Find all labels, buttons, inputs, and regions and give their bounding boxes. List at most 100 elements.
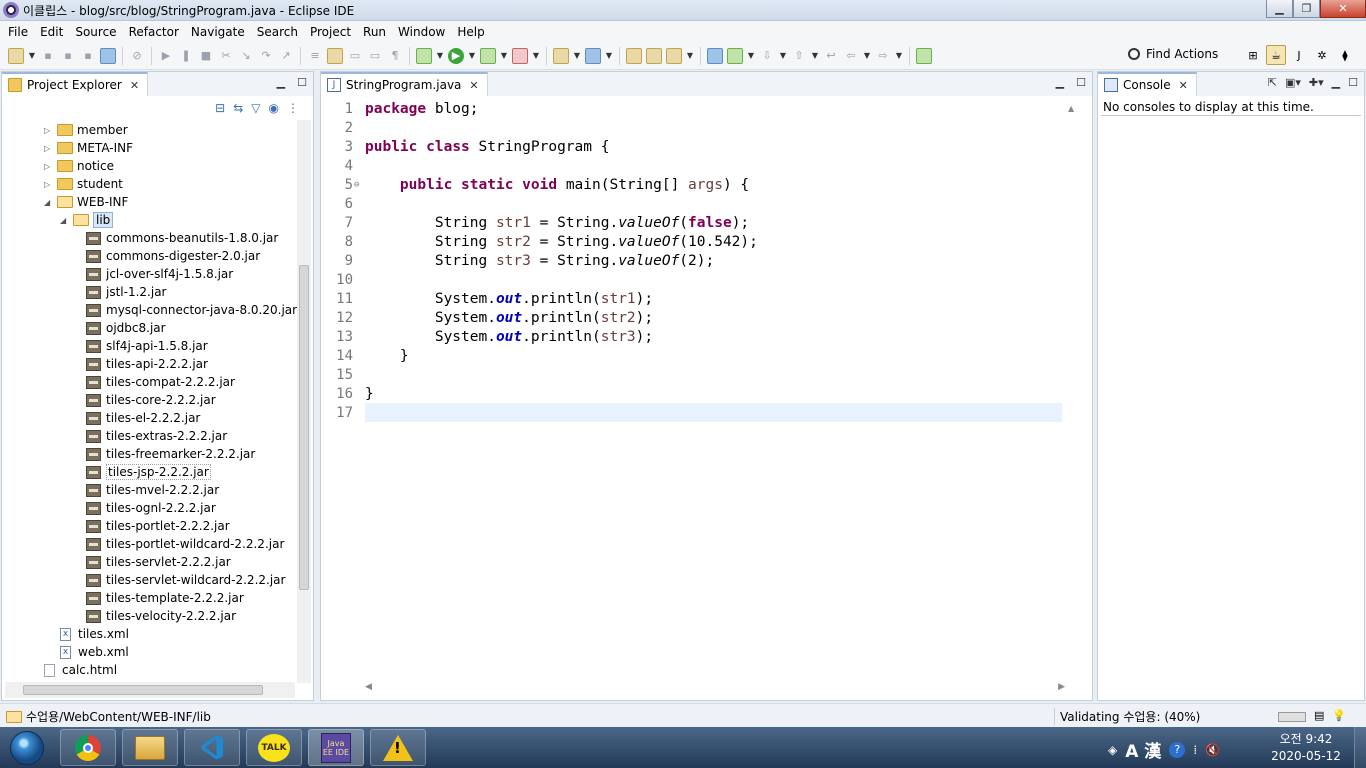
tree-item[interactable]: ▷ student <box>44 175 123 193</box>
open-console-icon[interactable]: ✚▾ <box>1309 76 1324 89</box>
tree-item[interactable]: ojdbc8.jar <box>86 319 166 337</box>
progress-view-icon[interactable]: ▤ <box>1314 709 1324 722</box>
tree-item[interactable]: tiles-portlet-2.2.2.jar <box>86 517 230 535</box>
chevron-down-icon[interactable]: ▼ <box>605 48 613 64</box>
skip-breakpoints-icon[interactable]: ⊘ <box>129 48 145 64</box>
maximize-icon[interactable]: ☐ <box>1348 76 1358 89</box>
chevron-down-icon[interactable]: ▼ <box>436 48 444 64</box>
chevron-down-icon[interactable]: ▼ <box>811 48 819 64</box>
filter-icon[interactable]: ▽ <box>251 101 260 115</box>
terminate-icon[interactable]: ■ <box>198 48 214 64</box>
scroll-up-icon[interactable]: ▲ <box>1068 104 1074 113</box>
toggle-mark-occurrences-icon[interactable] <box>327 47 343 64</box>
code-line[interactable]: 5 ⊖ public static void main(String[] args… <box>321 175 1081 194</box>
new-java-project-icon[interactable] <box>553 47 569 64</box>
java-ee-perspective-icon[interactable]: ☕ <box>1266 45 1286 65</box>
code-line[interactable]: 1 package blog; <box>321 99 1081 118</box>
tree-item[interactable]: tiles-api-2.2.2.jar <box>86 355 208 373</box>
code-editor[interactable]: 1 package blog; 2 3 public class StringProgr… <box>321 96 1081 684</box>
tree-item[interactable]: tiles-core-2.2.2.jar <box>86 391 216 409</box>
maximize-icon[interactable]: ☐ <box>297 76 307 89</box>
code-line[interactable]: 15 <box>321 365 1081 384</box>
taskbar-file-explorer[interactable] <box>122 729 178 766</box>
tree-item[interactable]: tiles-servlet-2.2.2.jar <box>86 553 231 571</box>
menu-source[interactable]: Source <box>69 25 122 39</box>
code-line[interactable]: 9 String str3 = String.valueOf(2); <box>321 251 1081 270</box>
tree-item[interactable]: ◢ lib <box>60 211 114 229</box>
tip-icon[interactable]: 💡 <box>1332 709 1346 722</box>
chevron-down-icon[interactable]: ▼ <box>779 48 787 64</box>
tree-item[interactable]: tiles-mvel-2.2.2.jar <box>86 481 219 499</box>
code-line[interactable]: 7 String str1 = String.valueOf(false); <box>321 213 1081 232</box>
coverage-icon[interactable] <box>480 47 496 64</box>
code-line[interactable]: 3 public class StringProgram { <box>321 137 1081 156</box>
tree-item[interactable]: tiles-el-2.2.2.jar <box>86 409 200 427</box>
expanded-arrow-icon[interactable]: ◢ <box>44 198 54 207</box>
taskbar-chrome[interactable] <box>60 729 116 766</box>
code-line[interactable]: 8 String str2 = String.valueOf(10.542); <box>321 232 1081 251</box>
save-all-icon[interactable]: ▪ <box>60 48 76 64</box>
pin-console-icon[interactable]: ⇱ <box>1268 76 1277 89</box>
help-icon[interactable]: ? <box>1169 741 1186 758</box>
tree-item[interactable]: commons-beanutils-1.8.0.jar <box>86 229 278 247</box>
step-over-icon[interactable]: ↷ <box>258 48 274 64</box>
terminal-icon[interactable] <box>100 47 116 64</box>
close-icon[interactable]: ✕ <box>130 79 139 92</box>
tree-item[interactable]: jstl-1.2.jar <box>86 283 166 301</box>
taskbar-eclipse[interactable]: Java EE IDE <box>308 729 364 766</box>
chevron-down-icon[interactable]: ▼ <box>573 48 581 64</box>
tab-project-explorer[interactable]: Project Explorer ✕ <box>2 72 149 96</box>
scroll-right-icon[interactable]: ▶ <box>1058 682 1065 694</box>
step-return-icon[interactable]: ↗ <box>278 48 294 64</box>
debug-perspective-icon[interactable]: ✲ <box>1312 45 1332 65</box>
menu-help[interactable]: Help <box>451 25 490 39</box>
tree-item[interactable]: ▷ notice <box>44 157 114 175</box>
open-perspective-icon[interactable]: ⊞ <box>1243 45 1263 65</box>
toggle-word-wrap-icon[interactable]: ≡ <box>307 48 323 64</box>
tree-item[interactable]: ▷ META-INF <box>44 139 133 157</box>
menu-run[interactable]: Run <box>357 25 392 39</box>
save-icon[interactable]: ▪ <box>40 48 56 64</box>
show-whitespace-icon[interactable]: ▭ <box>367 48 383 64</box>
tree-item[interactable]: calc.html <box>44 661 117 679</box>
tree-item[interactable]: ◢ WEB-INF <box>44 193 128 211</box>
chevron-down-icon[interactable]: ▼ <box>895 48 903 64</box>
java-perspective-icon[interactable]: J <box>1289 45 1309 65</box>
tree-item[interactable]: tiles-portlet-wildcard-2.2.2.jar <box>86 535 284 553</box>
tree-item[interactable]: commons-digester-2.0.jar <box>86 247 260 265</box>
code-line[interactable]: 12 System.out.println(str2); <box>321 308 1081 327</box>
disconnect-icon[interactable]: ✂ <box>218 48 234 64</box>
expanded-arrow-icon[interactable]: ◢ <box>60 216 70 225</box>
code-line[interactable]: 2 <box>321 118 1081 137</box>
start-button[interactable] <box>3 728 51 767</box>
editor-vertical-scrollbar[interactable]: ▲ <box>1068 100 1080 685</box>
tree-item[interactable]: jcl-over-slf4j-1.5.8.jar <box>86 265 233 283</box>
volume-muted-icon[interactable]: 🔇 <box>1205 743 1220 757</box>
chevron-down-icon[interactable]: ▼ <box>686 48 694 64</box>
tree-item[interactable]: tiles-extras-2.2.2.jar <box>86 427 227 445</box>
progress-bar[interactable] <box>1278 712 1306 722</box>
network-status-icon[interactable]: ◈ <box>1108 743 1117 757</box>
back-icon[interactable]: ⇦ <box>843 48 859 64</box>
code-line[interactable]: 17 <box>321 403 1081 422</box>
collapsed-arrow-icon[interactable]: ▷ <box>44 180 54 189</box>
tab-console[interactable]: Console ✕ <box>1098 72 1197 96</box>
tree-item[interactable]: tiles-template-2.2.2.jar <box>86 589 244 607</box>
next-annotation-icon[interactable]: ⇩ <box>759 48 775 64</box>
new-icon[interactable] <box>8 47 24 64</box>
collapsed-arrow-icon[interactable]: ▷ <box>44 162 54 171</box>
tree-item[interactable]: ▷ member <box>44 121 128 139</box>
focus-icon[interactable]: ◉ <box>269 101 279 115</box>
close-icon[interactable]: ✕ <box>1179 79 1188 92</box>
tree-item[interactable]: x tiles.xml <box>60 625 129 643</box>
forward-icon[interactable]: ⇨ <box>875 48 891 64</box>
chevron-down-icon[interactable]: ▼ <box>500 48 508 64</box>
scroll-left-icon[interactable]: ◀ <box>365 682 372 694</box>
chevron-down-icon[interactable]: ▼ <box>863 48 871 64</box>
block-selection-icon[interactable]: ▭ <box>347 48 363 64</box>
tree-vertical-scrollbar[interactable] <box>297 120 311 683</box>
scrollbar-thumb[interactable] <box>23 685 263 695</box>
annotation-icon[interactable] <box>727 47 743 64</box>
show-whitespace-chars-icon[interactable]: ¶ <box>387 48 403 64</box>
tree-item[interactable]: tiles-servlet-wildcard-2.2.2.jar <box>86 571 285 589</box>
